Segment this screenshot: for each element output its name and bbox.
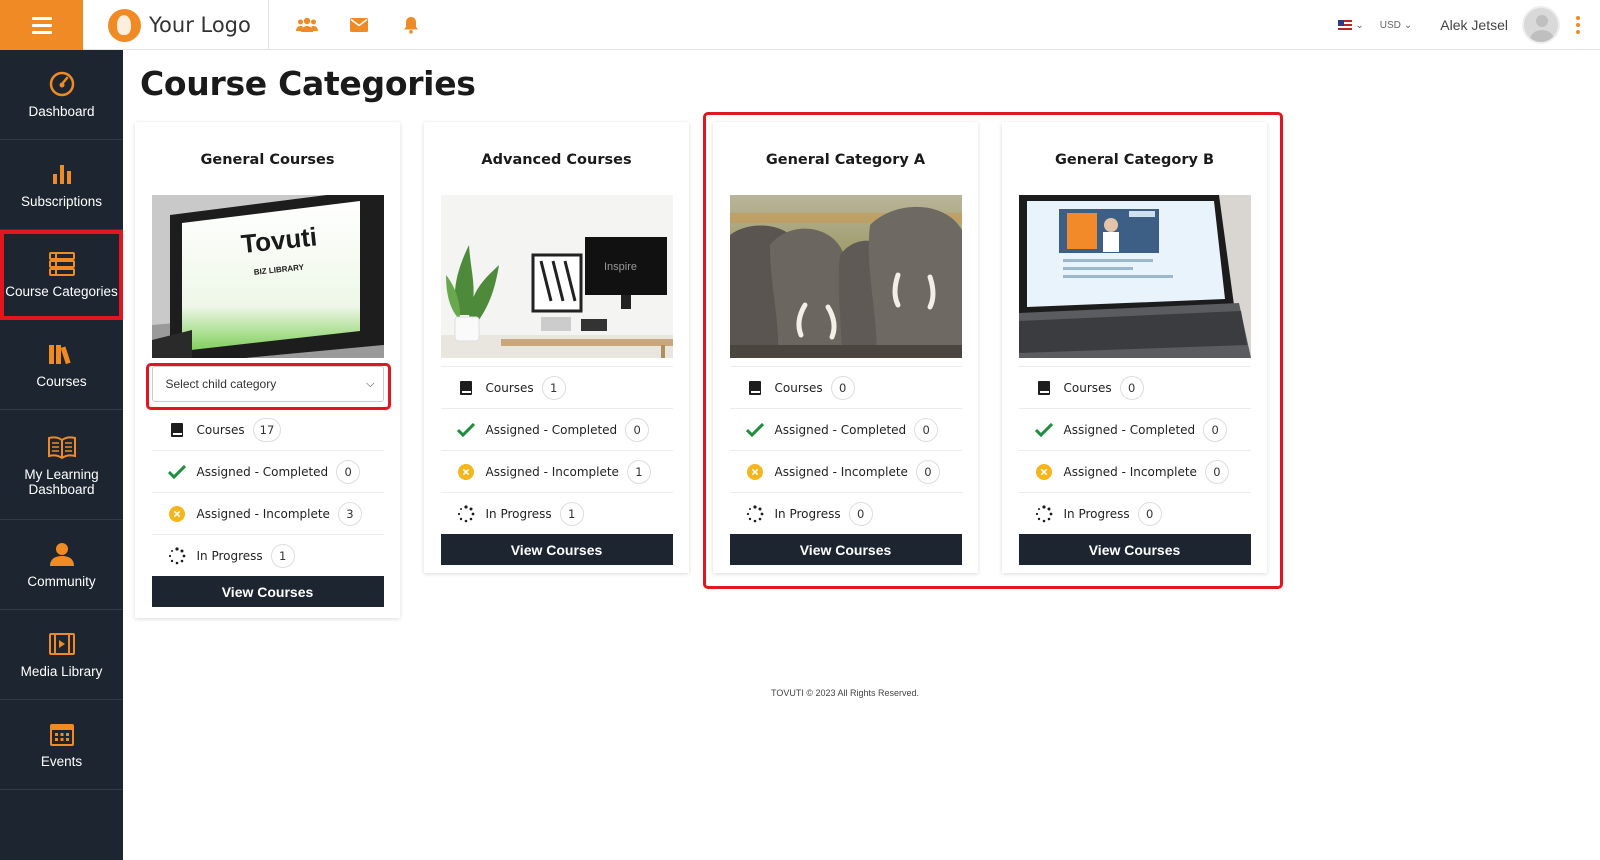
mail-icon[interactable] <box>348 14 370 36</box>
language-selector[interactable]: ⌄ <box>1338 19 1364 31</box>
stat-label: Assigned - Completed <box>196 464 329 479</box>
cards-highlight-box <box>703 112 1283 589</box>
select-highlight-box <box>146 363 391 410</box>
sidebar-item-events[interactable]: Events <box>0 700 123 790</box>
sidebar-item-my-learning-dashboard[interactable]: My Learning Dashboard <box>0 410 123 520</box>
categories-icon <box>48 250 76 278</box>
avatar[interactable] <box>1522 6 1560 44</box>
open-book-icon <box>47 433 76 461</box>
count-badge: 0 <box>625 417 650 442</box>
spinner-icon <box>457 504 475 523</box>
page-title: Course Categories <box>140 64 476 103</box>
footer-text: TOVUTI © 2023 All Rights Reserved. <box>770 688 920 698</box>
count-badge: 1 <box>626 459 651 484</box>
count-badge: 0 <box>336 459 361 484</box>
sidebar-item-dashboard[interactable]: Dashboard <box>0 50 123 140</box>
stat-label: Courses <box>485 380 534 395</box>
sidebar-item-label: Community <box>27 574 96 589</box>
stats-list: Courses 1 Assigned - Completed 0 Assigne… <box>440 366 673 534</box>
x-circle-icon <box>168 505 186 523</box>
divider <box>268 0 269 50</box>
menu-toggle-button[interactable] <box>0 0 83 50</box>
sidebar-item-subscriptions[interactable]: Subscriptions <box>0 140 123 230</box>
sidebar-item-label: Events <box>40 754 83 769</box>
stat-courses: Courses 17 <box>151 408 384 450</box>
sidebar-item-label: Courses <box>36 374 87 389</box>
top-icon-group <box>296 14 422 36</box>
user-name[interactable]: Alek Jetsel <box>1440 17 1508 33</box>
sidebar-item-community[interactable]: Community <box>0 520 123 610</box>
bell-icon[interactable] <box>400 14 422 36</box>
count-badge: 17 <box>252 417 282 442</box>
card-title: Advanced Courses <box>481 152 632 168</box>
laptop-image: Tovuti BIZ LIBRARY <box>151 195 384 358</box>
hamburger-icon <box>31 15 52 36</box>
stat-label: Assigned - Incomplete <box>196 506 330 521</box>
category-card-advanced-courses: Advanced Courses Inspire Courses 1 Assig… <box>424 122 689 573</box>
count-badge: 1 <box>541 375 566 400</box>
sidebar-item-label: Subscriptions <box>20 194 103 209</box>
count-badge: 3 <box>337 501 362 526</box>
community-icon[interactable] <box>296 14 318 36</box>
stat-label: Assigned - Completed <box>485 422 618 437</box>
stat-in-progress: In Progress 1 <box>440 492 673 534</box>
logo-icon <box>108 8 141 42</box>
stat-label: Assigned - Incomplete <box>485 464 619 479</box>
sidebar-item-label: Course Categories <box>5 284 118 299</box>
currency-selector[interactable]: USD ⌄ <box>1380 20 1413 31</box>
view-courses-button[interactable]: View Courses <box>440 534 673 565</box>
view-courses-button[interactable]: View Courses <box>151 576 384 607</box>
x-circle-icon <box>457 463 475 481</box>
sidebar: Dashboard Subscriptions Course Categorie… <box>0 50 123 860</box>
stat-completed: Assigned - Completed 0 <box>151 450 384 492</box>
check-icon <box>167 463 186 481</box>
chevron-down-icon: ⌄ <box>1403 19 1413 31</box>
sidebar-item-courses[interactable]: Courses <box>0 320 123 410</box>
count-badge: 1 <box>270 543 295 568</box>
dashboard-icon <box>48 70 76 98</box>
count-badge: 1 <box>559 501 584 526</box>
card-title: General Courses <box>200 152 335 168</box>
us-flag-icon <box>1338 20 1353 30</box>
sidebar-item-media-library[interactable]: Media Library <box>0 610 123 700</box>
spinner-icon <box>168 546 186 565</box>
currency-label: USD <box>1379 19 1401 31</box>
top-right-group: ⌄ USD ⌄ Alek Jetsel <box>1338 6 1580 44</box>
stat-incomplete: Assigned - Incomplete 3 <box>151 492 384 534</box>
film-icon <box>48 630 76 658</box>
stat-label: Courses <box>196 422 245 437</box>
sidebar-item-label: My Learning Dashboard <box>24 466 99 497</box>
book-icon <box>168 421 186 439</box>
book-icon <box>457 379 475 397</box>
stat-incomplete: Assigned - Incomplete 1 <box>440 450 673 492</box>
calendar-icon <box>48 720 76 748</box>
more-options-icon[interactable] <box>1576 16 1580 34</box>
logo-text: Your Logo <box>149 13 251 37</box>
sidebar-item-course-categories[interactable]: Course Categories <box>0 230 123 320</box>
check-icon <box>456 421 475 439</box>
bar-chart-icon <box>48 160 76 188</box>
users-icon <box>48 540 76 568</box>
stat-in-progress: In Progress 1 <box>151 534 384 576</box>
stat-label: In Progress <box>196 548 263 563</box>
top-bar: Your Logo ⌄ USD ⌄ Alek Jetsel <box>0 0 1600 50</box>
logo[interactable]: Your Logo <box>108 8 251 42</box>
sidebar-item-label: Media Library <box>20 664 103 679</box>
stat-completed: Assigned - Completed 0 <box>440 408 673 450</box>
monitor-text: Inspire <box>604 261 637 273</box>
stats-list: Courses 17 Assigned - Completed 0 Assign… <box>151 408 384 576</box>
books-icon <box>48 340 76 368</box>
stat-courses: Courses 1 <box>440 366 673 408</box>
desk-image: Inspire <box>440 195 673 358</box>
chevron-down-icon: ⌄ <box>1355 19 1364 31</box>
stat-label: In Progress <box>485 506 552 521</box>
sidebar-item-label: Dashboard <box>28 104 95 119</box>
